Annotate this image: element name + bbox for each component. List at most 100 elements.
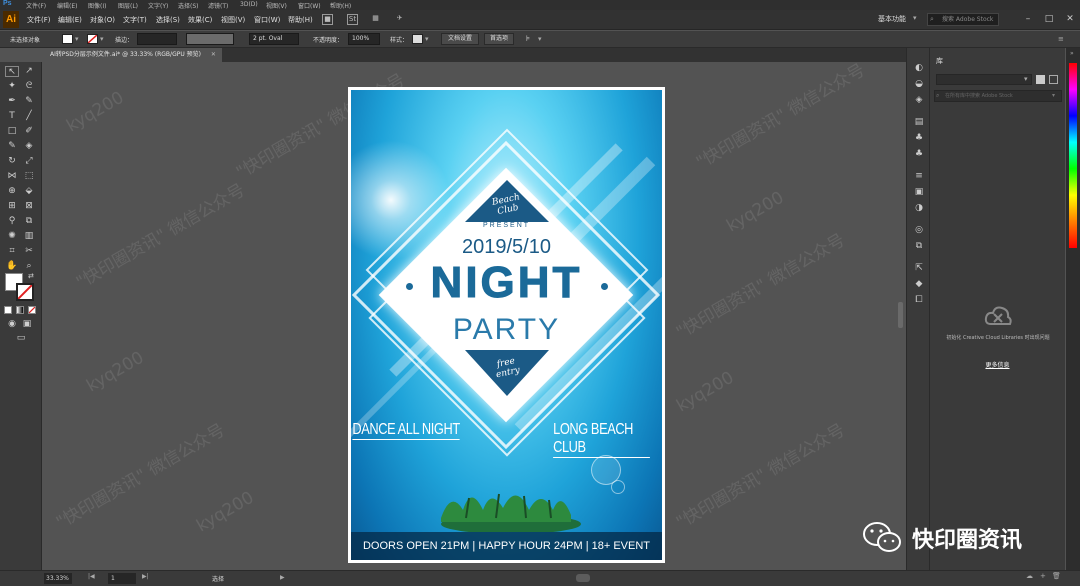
stroke-panel-icon[interactable]: ≡ (913, 170, 925, 182)
bridge-icon[interactable]: ■ (322, 14, 333, 25)
slice-tool-icon[interactable]: ✂ (22, 246, 36, 257)
close-tab-icon[interactable]: ✕ (211, 51, 216, 58)
chevron-down-icon[interactable]: ▾ (75, 35, 79, 43)
document-setup-button[interactable]: 文档设置 (441, 33, 479, 45)
vertical-scrollbar-thumb[interactable] (898, 302, 903, 328)
stroke-weight-field[interactable] (137, 33, 177, 45)
column-graph-tool-icon[interactable]: ▥ (22, 231, 36, 242)
collapse-panel-icon[interactable]: » (1070, 50, 1074, 57)
perspective-grid-tool-icon[interactable]: ⊞ (5, 201, 19, 212)
ps-menu-layer[interactable]: 图层(L) (118, 1, 138, 10)
menu-view[interactable]: 视图(V) (221, 15, 245, 25)
free-transform-tool-icon[interactable]: ⬚ (22, 171, 36, 182)
grid-view-icon[interactable] (1036, 75, 1045, 84)
chevron-down-icon[interactable]: ▾ (538, 35, 542, 43)
stroke-color-box[interactable] (16, 283, 34, 301)
fill-swatch[interactable] (62, 34, 73, 44)
screen-mode-icon[interactable]: ▭ (14, 333, 28, 344)
chevron-down-icon[interactable]: ▾ (425, 35, 429, 43)
rectangle-tool-icon[interactable]: □ (5, 126, 19, 137)
selection-tool-icon[interactable]: ↖ (5, 66, 19, 77)
list-view-icon[interactable] (1049, 75, 1058, 84)
symbols-icon[interactable]: ♣ (913, 148, 925, 160)
hand-tool-icon[interactable]: ✋ (5, 261, 19, 272)
ps-menu-select[interactable]: 选择(S) (178, 1, 199, 10)
brushes-icon[interactable]: ♣ (913, 132, 925, 144)
close-window-button[interactable]: ✕ (1064, 13, 1076, 25)
gradient-mode-icon[interactable] (16, 306, 24, 314)
eraser-tool-icon[interactable]: ◈ (22, 141, 36, 152)
chevron-down-icon[interactable]: ▾ (1052, 92, 1055, 99)
blend-tool-icon[interactable]: ⧉ (22, 216, 36, 227)
color-panel-icon[interactable]: ◐ (913, 62, 925, 74)
swap-colors-icon[interactable]: ⇄ (28, 272, 34, 280)
menu-effect[interactable]: 效果(C) (188, 15, 212, 25)
ps-menu-help[interactable]: 帮助(H) (330, 1, 351, 10)
ps-menu-3d[interactable]: 3D(D) (240, 1, 258, 8)
paintbrush-tool-icon[interactable]: ✐ (22, 126, 36, 137)
appearance-icon[interactable]: ◎ (913, 224, 925, 236)
rotate-tool-icon[interactable]: ↻ (5, 156, 19, 167)
recolor-icon[interactable]: ◈ (913, 94, 925, 106)
gradient-panel-icon[interactable]: ▣ (913, 186, 925, 198)
last-page-button[interactable]: ▶| (142, 573, 149, 580)
chevron-down-icon[interactable]: ▾ (1024, 75, 1028, 83)
menu-object[interactable]: 对象(O) (90, 15, 115, 25)
ps-menu-window[interactable]: 窗口(W) (298, 1, 321, 10)
live-paint-tool-icon[interactable]: ⬙ (22, 186, 36, 197)
ps-menu-filter[interactable]: 滤镜(T) (208, 1, 228, 10)
menu-type[interactable]: 文字(T) (123, 15, 147, 25)
library-search-input[interactable]: 在所有库中搜索 Adobe Stock (934, 90, 1062, 102)
align-icon[interactable]: ⊧ (526, 34, 530, 43)
magic-wand-tool-icon[interactable]: ✦ (5, 81, 19, 92)
more-info-link[interactable]: 更多信息 (930, 360, 1065, 369)
page-number-field[interactable]: 1 (108, 573, 136, 584)
artboard-tool-icon[interactable]: ⌗ (5, 246, 19, 257)
color-spectrum[interactable] (1069, 63, 1077, 248)
horizontal-scrollbar-thumb[interactable] (576, 574, 590, 582)
swatches-icon[interactable]: ▤ (913, 116, 925, 128)
draw-mode-icon[interactable]: ◉ (5, 319, 19, 330)
ps-menu-edit[interactable]: 编辑(E) (57, 1, 77, 10)
preferences-button[interactable]: 首选项 (484, 33, 514, 45)
chevron-down-icon[interactable]: ▾ (913, 14, 917, 22)
stock-search-input[interactable]: 搜索 Adobe Stock (927, 13, 999, 26)
color-guide-icon[interactable]: ◒ (913, 78, 925, 90)
artboard[interactable]: Beach Club PRESENT 2019/5/10 NIGHT PARTY… (348, 87, 665, 563)
variable-width-profile[interactable] (186, 33, 234, 45)
maximize-button[interactable]: □ (1043, 13, 1055, 25)
document-tab[interactable]: AI转PSD分层示例文件.ai* @ 33.33% (RGB/GPU 预览) ✕ (44, 48, 222, 62)
direct-selection-tool-icon[interactable]: ↗ (22, 66, 36, 77)
arrange-documents-icon[interactable]: ▦ (370, 14, 381, 25)
libraries-tab[interactable]: 库 (930, 56, 1065, 68)
chevron-down-icon[interactable]: ▾ (100, 35, 104, 43)
first-page-button[interactable]: |◀ (88, 573, 95, 580)
layers-icon[interactable]: ◆ (913, 278, 925, 290)
menu-help[interactable]: 帮助(H) (288, 15, 313, 25)
draw-inside-icon[interactable]: ▣ (20, 319, 34, 330)
menu-file[interactable]: 文件(F) (27, 15, 51, 25)
graphic-styles-icon[interactable]: ⧉ (913, 240, 925, 252)
cc-libraries-icon[interactable]: ☁ (1026, 572, 1033, 580)
pen-tool-icon[interactable]: ✒ (5, 96, 19, 107)
width-tool-icon[interactable]: ⋈ (5, 171, 19, 182)
menu-select[interactable]: 选择(S) (156, 15, 180, 25)
delete-icon[interactable]: 🗑 (1052, 572, 1061, 580)
menu-window[interactable]: 窗口(W) (254, 15, 280, 25)
curvature-tool-icon[interactable]: ✎ (22, 96, 36, 107)
stroke-swatch[interactable] (87, 34, 98, 44)
add-content-icon[interactable]: + (1040, 572, 1046, 580)
line-tool-icon[interactable]: ╱ (22, 111, 36, 122)
scale-tool-icon[interactable]: ⤢ (22, 156, 36, 167)
eyedropper-tool-icon[interactable]: ⚲ (5, 216, 19, 227)
shape-builder-tool-icon[interactable]: ⊕ (5, 186, 19, 197)
symbol-sprayer-tool-icon[interactable]: ✺ (5, 231, 19, 242)
library-dropdown[interactable] (936, 74, 1032, 85)
ps-menu-file[interactable]: 文件(F) (26, 1, 46, 10)
export-icon[interactable]: ⇱ (913, 262, 925, 274)
status-arrow-icon[interactable]: ▶ (280, 574, 285, 581)
graphic-style-swatch[interactable] (412, 34, 423, 44)
canvas-area[interactable]: kyq200 "快印圈资讯" 微信公众号 "快印圈资讯" 微信公众号 "快印圈资… (44, 62, 906, 570)
zoom-level-field[interactable]: 33.33% (44, 573, 72, 584)
menu-edit[interactable]: 编辑(E) (58, 15, 82, 25)
